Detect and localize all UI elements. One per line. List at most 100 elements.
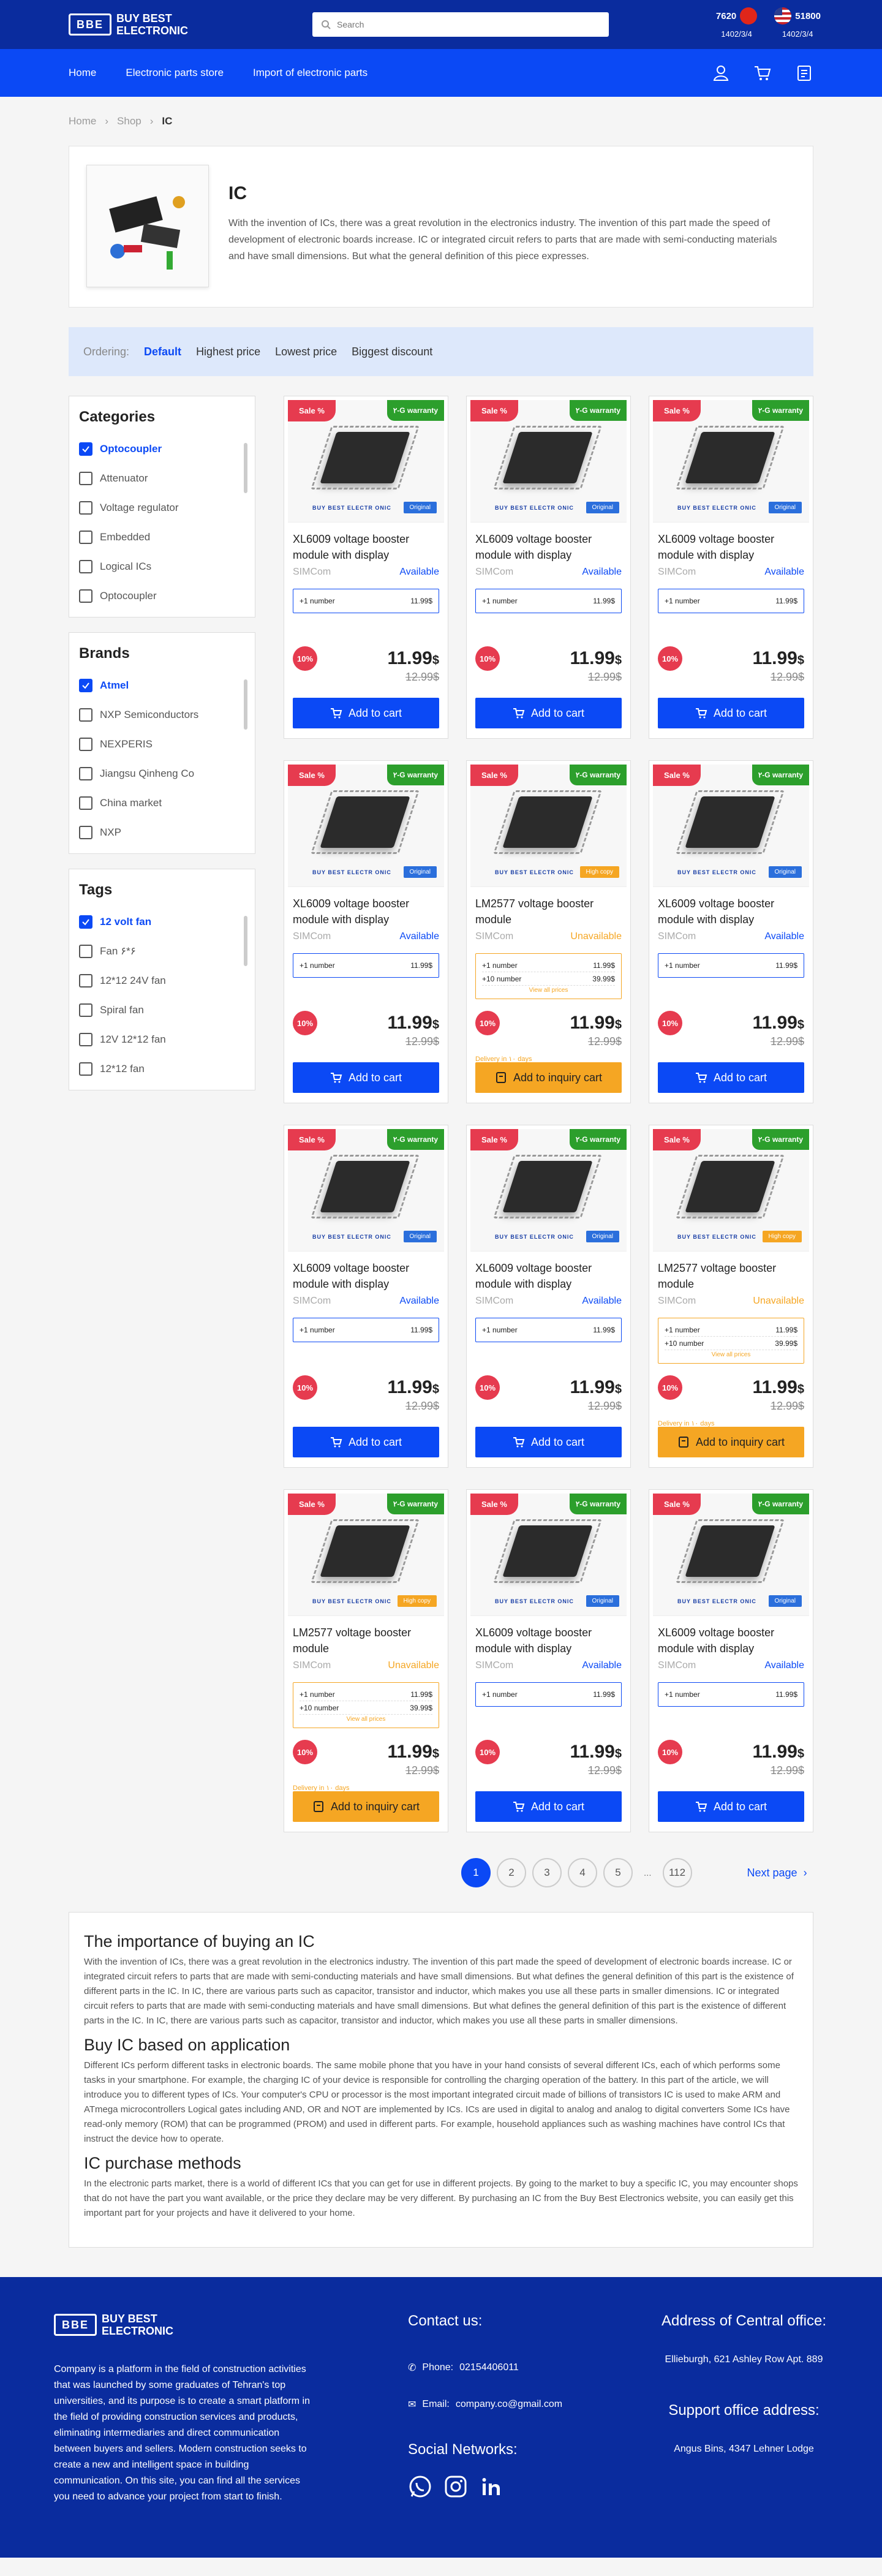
product-name[interactable]: XL6009 voltage booster module with displ…	[293, 1260, 439, 1292]
checkbox[interactable]	[79, 826, 92, 839]
checkbox[interactable]	[79, 1062, 92, 1076]
add-to-cart-button[interactable]: Add to cart	[658, 1791, 804, 1822]
product-image[interactable]: Sale % ۲-G warranty BUY BEST ELECTR ONIC…	[288, 1494, 444, 1616]
nav-home[interactable]: Home	[69, 67, 96, 79]
product-name[interactable]: XL6009 voltage booster module with displ…	[475, 531, 622, 563]
product-name[interactable]: XL6009 voltage booster module with displ…	[658, 1625, 804, 1656]
page-last[interactable]: 112	[662, 1858, 692, 1887]
logo[interactable]: BBE BUY BEST ELECTRONIC	[69, 12, 188, 37]
view-all-prices-link[interactable]: View all prices	[665, 1351, 797, 1358]
add-to-inquiry-cart-button[interactable]: Add to inquiry cart	[475, 1062, 622, 1093]
quantity-price-table[interactable]: +1 number 11.99$	[658, 1682, 804, 1707]
product-card[interactable]: Sale % ۲-G warranty BUY BEST ELECTR ONIC…	[649, 1125, 813, 1468]
quantity-price-table[interactable]: +1 number 11.99$	[658, 589, 804, 613]
checkbox[interactable]	[79, 679, 92, 692]
product-name[interactable]: LM2577 voltage booster module	[658, 1260, 804, 1292]
filter-option[interactable]: Optocoupler	[79, 581, 245, 611]
view-all-prices-link[interactable]: View all prices	[482, 987, 615, 994]
checkbox[interactable]	[79, 501, 92, 515]
product-card[interactable]: Sale % ۲-G warranty BUY BEST ELECTR ONIC…	[466, 1489, 631, 1832]
add-to-cart-button[interactable]: Add to cart	[475, 1791, 622, 1822]
page-5[interactable]: 5	[603, 1858, 633, 1887]
ordering-highest-price[interactable]: Highest price	[196, 346, 260, 358]
product-name[interactable]: LM2577 voltage booster module	[293, 1625, 439, 1656]
checkbox[interactable]	[79, 974, 92, 988]
add-to-cart-button[interactable]: Add to cart	[475, 698, 622, 728]
add-to-cart-button[interactable]: Add to cart	[293, 1427, 439, 1457]
quantity-price-table[interactable]: +1 number 11.99$ +10 number 39.99$ View al…	[293, 1682, 439, 1728]
cart-icon[interactable]	[753, 64, 772, 82]
user-icon[interactable]	[712, 64, 730, 82]
filter-option[interactable]: 12 volt fan	[79, 907, 245, 937]
add-to-cart-button[interactable]: Add to cart	[658, 1062, 804, 1093]
filter-option[interactable]: 12*12 24V fan	[79, 966, 245, 995]
footer-logo[interactable]: BBE BUY BEST ELECTRONIC	[54, 2313, 317, 2337]
checkbox[interactable]	[79, 531, 92, 544]
checkbox[interactable]	[79, 1033, 92, 1046]
filter-option[interactable]: Voltage regulator	[79, 493, 245, 523]
checkbox[interactable]	[79, 796, 92, 810]
product-image[interactable]: Sale % ۲-G warranty BUY BEST ELECTR ONIC…	[288, 765, 444, 887]
add-to-cart-button[interactable]: Add to cart	[293, 698, 439, 728]
product-card[interactable]: Sale % ۲-G warranty BUY BEST ELECTR ONIC…	[466, 760, 631, 1103]
page-3[interactable]: 3	[532, 1858, 562, 1887]
filter-option[interactable]: Atmel	[79, 671, 245, 700]
page-1[interactable]: 1	[461, 1858, 491, 1887]
scrollbar[interactable]	[244, 443, 247, 493]
quantity-price-table[interactable]: +1 number 11.99$	[293, 1318, 439, 1342]
product-card[interactable]: Sale % ۲-G warranty BUY BEST ELECTR ONIC…	[649, 1489, 813, 1832]
checkbox[interactable]	[79, 738, 92, 751]
product-name[interactable]: XL6009 voltage booster module with displ…	[293, 896, 439, 927]
filter-option[interactable]: China market	[79, 788, 245, 818]
ordering-lowest-price[interactable]: Lowest price	[275, 346, 337, 358]
product-image[interactable]: Sale % ۲-G warranty BUY BEST ELECTR ONIC…	[470, 400, 627, 523]
add-to-cart-button[interactable]: Add to cart	[475, 1427, 622, 1457]
nav-import[interactable]: Import of electronic parts	[253, 67, 368, 79]
product-card[interactable]: Sale % ۲-G warranty BUY BEST ELECTR ONIC…	[466, 1125, 631, 1468]
page-2[interactable]: 2	[497, 1858, 526, 1887]
filter-option[interactable]: Fan ۶*۶	[79, 937, 245, 966]
add-to-cart-button[interactable]: Add to cart	[293, 1062, 439, 1093]
quantity-price-table[interactable]: +1 number 11.99$	[293, 953, 439, 978]
breadcrumb-home[interactable]: Home	[69, 115, 96, 127]
product-card[interactable]: Sale % ۲-G warranty BUY BEST ELECTR ONIC…	[284, 396, 448, 739]
quantity-price-table[interactable]: +1 number 11.99$	[293, 589, 439, 613]
checkbox[interactable]	[79, 589, 92, 603]
filter-option[interactable]: NEXPERIS	[79, 730, 245, 759]
inquiry-list-icon[interactable]	[795, 64, 813, 82]
filter-option[interactable]: Spiral fan	[79, 995, 245, 1025]
product-image[interactable]: Sale % ۲-G warranty BUY BEST ELECTR ONIC…	[653, 765, 809, 887]
add-to-inquiry-cart-button[interactable]: Add to inquiry cart	[293, 1791, 439, 1822]
breadcrumb-shop[interactable]: Shop	[117, 115, 141, 127]
product-image[interactable]: Sale % ۲-G warranty BUY BEST ELECTR ONIC…	[288, 400, 444, 523]
checkbox[interactable]	[79, 767, 92, 780]
search-input[interactable]	[337, 20, 600, 29]
checkbox[interactable]	[79, 472, 92, 485]
product-image[interactable]: Sale % ۲-G warranty BUY BEST ELECTR ONIC…	[653, 1494, 809, 1616]
filter-option[interactable]: 12V 12*12 fan	[79, 1025, 245, 1054]
scrollbar[interactable]	[244, 916, 247, 966]
filter-option[interactable]: 12*12 fan	[79, 1054, 245, 1084]
product-card[interactable]: Sale % ۲-G warranty BUY BEST ELECTR ONIC…	[649, 760, 813, 1103]
product-image[interactable]: Sale % ۲-G warranty BUY BEST ELECTR ONIC…	[653, 1129, 809, 1252]
filter-option[interactable]: NXP	[79, 818, 245, 847]
product-image[interactable]: Sale % ۲-G warranty BUY BEST ELECTR ONIC…	[470, 1494, 627, 1616]
filter-option[interactable]: Optocoupler	[79, 434, 245, 464]
instagram-icon[interactable]	[443, 2474, 468, 2499]
product-name[interactable]: XL6009 voltage booster module with displ…	[658, 531, 804, 563]
product-name[interactable]: XL6009 voltage booster module with displ…	[475, 1260, 622, 1292]
product-image[interactable]: Sale % ۲-G warranty BUY BEST ELECTR ONIC…	[653, 400, 809, 523]
scrollbar[interactable]	[244, 679, 247, 730]
page-4[interactable]: 4	[568, 1858, 597, 1887]
product-name[interactable]: LM2577 voltage booster module	[475, 896, 622, 927]
next-page-button[interactable]: Next page ›	[747, 1867, 807, 1879]
product-card[interactable]: Sale % ۲-G warranty BUY BEST ELECTR ONIC…	[284, 760, 448, 1103]
whatsapp-icon[interactable]	[408, 2474, 432, 2499]
quantity-price-table[interactable]: +1 number 11.99$	[658, 953, 804, 978]
checkbox[interactable]	[79, 945, 92, 958]
quantity-price-table[interactable]: +1 number 11.99$	[475, 1318, 622, 1342]
email-address[interactable]: company.co@gmail.com	[456, 2399, 562, 2410]
ordering-biggest-discount[interactable]: Biggest discount	[352, 346, 432, 358]
filter-option[interactable]: Attenuator	[79, 464, 245, 493]
product-name[interactable]: XL6009 voltage booster module with displ…	[475, 1625, 622, 1656]
